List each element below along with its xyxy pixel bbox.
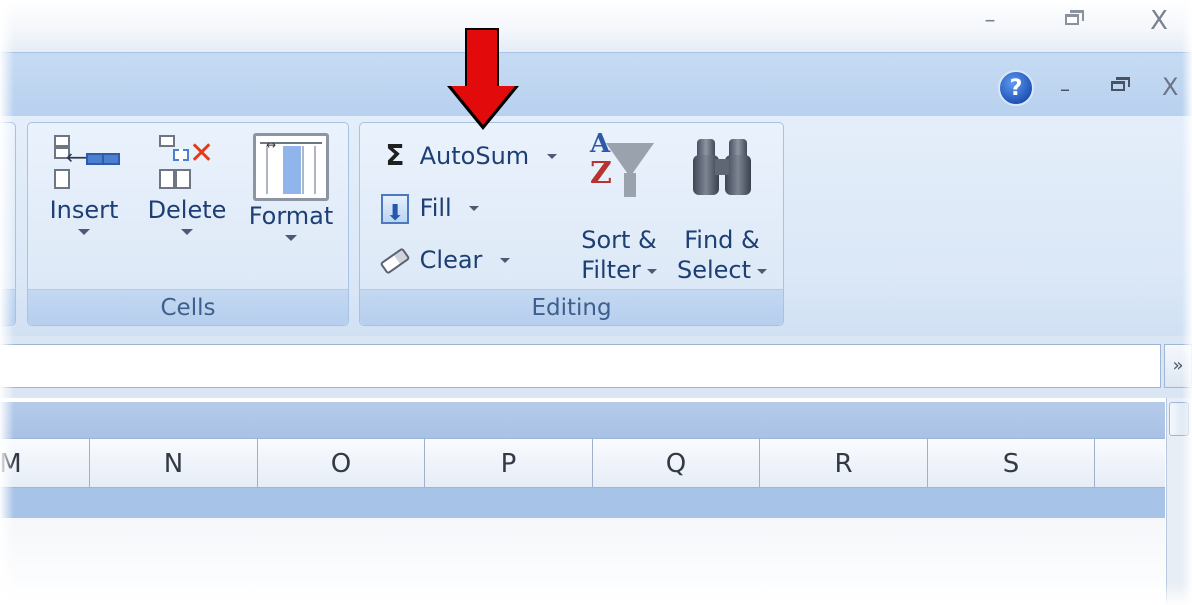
- column-header-s[interactable]: S: [928, 439, 1095, 487]
- sheet-header-band: [0, 402, 1165, 438]
- restore-icon: [1111, 77, 1130, 91]
- format-cells-icon: ↔: [253, 133, 329, 201]
- help-icon[interactable]: ?: [998, 70, 1034, 106]
- ribbon-tab-bar: ? – X: [0, 52, 1192, 116]
- sort-filter-label-line1: Sort &: [581, 226, 657, 254]
- worksheet: M N O P Q R S: [0, 398, 1192, 605]
- column-headers: M N O P Q R S: [0, 438, 1165, 488]
- excel-window: – X ? – X ⟵ Insert ✕ Delete ↔ Format Cel…: [0, 0, 1192, 605]
- column-header-n[interactable]: N: [90, 439, 258, 487]
- scrollbar-thumb[interactable]: [1169, 402, 1189, 436]
- chevron-down-icon: [546, 153, 557, 159]
- red-arrow-annotation-icon: [447, 28, 519, 132]
- cells-group-label: Cells: [28, 289, 348, 325]
- chevron-down-icon: [757, 268, 768, 274]
- binoculars-icon: [687, 133, 757, 203]
- chevron-down-icon: [469, 205, 480, 211]
- chevron-down-icon: [78, 229, 90, 235]
- formula-bar: »: [0, 336, 1192, 398]
- find-select-label-line2: Select: [672, 255, 772, 285]
- workbook-close-button[interactable]: X: [1162, 75, 1178, 99]
- selected-row[interactable]: [0, 488, 1165, 518]
- insert-cells-icon: ⟵: [48, 133, 120, 195]
- ribbon-group-editing: Σ AutoSum Fill Clear A Z: [359, 122, 784, 326]
- chevron-down-icon: [646, 268, 657, 274]
- column-header-m[interactable]: M: [0, 439, 90, 487]
- autosum-button[interactable]: Σ AutoSum: [378, 135, 557, 175]
- fill-down-icon: [381, 194, 409, 234]
- cell-grid[interactable]: [0, 518, 1165, 605]
- column-header-next[interactable]: [1095, 439, 1165, 487]
- group-label: [0, 289, 15, 325]
- chevron-down-icon: [181, 229, 193, 235]
- workbook-restore-button[interactable]: [1108, 75, 1130, 97]
- delete-button[interactable]: ✕ Delete: [142, 133, 232, 235]
- window-minimize-button[interactable]: –: [972, 6, 1008, 36]
- find-select-button[interactable]: Find & Select: [672, 133, 772, 285]
- sort-filter-icon: A Z: [584, 129, 654, 203]
- column-header-r[interactable]: R: [760, 439, 928, 487]
- workbook-minimize-button[interactable]: –: [1060, 77, 1070, 101]
- chevron-down-icon: [500, 257, 511, 263]
- chevron-down-icon: [285, 235, 297, 241]
- delete-label: Delete: [147, 196, 227, 224]
- find-select-label-line1: Find &: [684, 226, 760, 254]
- format-label: Format: [248, 202, 334, 230]
- format-button[interactable]: ↔ Format: [244, 133, 338, 241]
- expand-formula-bar-button[interactable]: »: [1164, 344, 1192, 388]
- fill-label: Fill: [419, 194, 452, 222]
- restore-icon: [1065, 10, 1084, 25]
- formula-input[interactable]: [0, 344, 1161, 388]
- clear-label: Clear: [419, 246, 483, 274]
- ribbon-group-previous: [0, 122, 16, 326]
- insert-button[interactable]: ⟵ Insert: [42, 133, 126, 235]
- title-bar: – X: [0, 0, 1192, 52]
- sort-filter-button[interactable]: A Z Sort & Filter: [574, 129, 664, 285]
- eraser-icon: [379, 247, 411, 275]
- ribbon-group-cells: ⟵ Insert ✕ Delete ↔ Format Cells: [27, 122, 349, 326]
- vertical-scrollbar[interactable]: [1166, 398, 1192, 605]
- autosum-label: AutoSum: [419, 142, 530, 170]
- sigma-icon: Σ: [385, 139, 405, 172]
- column-header-q[interactable]: Q: [593, 439, 760, 487]
- fill-button[interactable]: Fill: [378, 187, 480, 234]
- insert-label: Insert: [49, 196, 119, 224]
- delete-cells-icon: ✕: [155, 133, 219, 195]
- clear-button[interactable]: Clear: [378, 239, 511, 279]
- column-header-o[interactable]: O: [258, 439, 425, 487]
- ribbon: ⟵ Insert ✕ Delete ↔ Format Cells Σ AutoS…: [0, 116, 1192, 336]
- column-header-p[interactable]: P: [425, 439, 593, 487]
- window-restore-button[interactable]: [1055, 6, 1091, 36]
- sort-filter-label-line2: Filter: [574, 255, 664, 285]
- window-close-button[interactable]: X: [1141, 6, 1177, 36]
- editing-group-label: Editing: [360, 289, 783, 325]
